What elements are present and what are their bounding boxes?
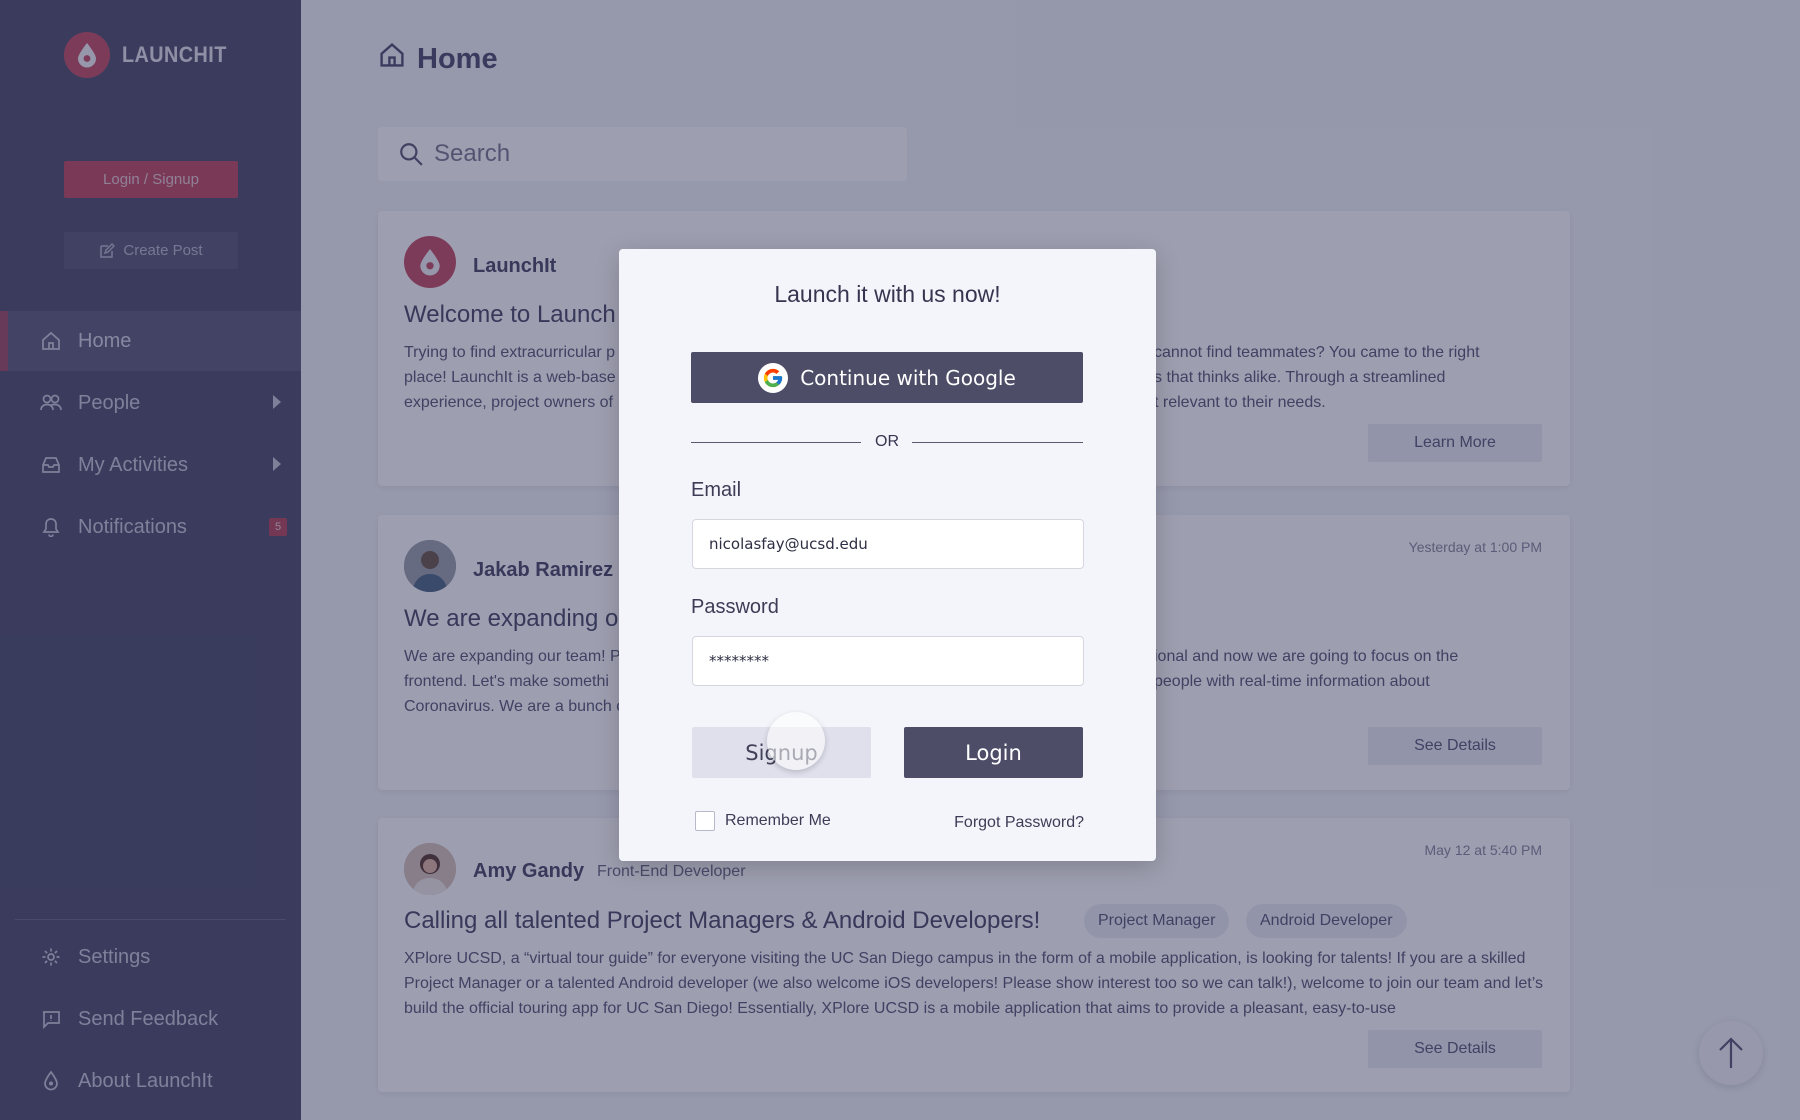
email-field[interactable] [692,519,1084,569]
password-label: Password [691,596,779,618]
modal-title: Launch it with us now! [774,281,1001,307]
email-label: Email [691,479,742,501]
google-icon [758,362,789,393]
google-button-label: Continue with Google [800,365,1016,390]
remember-me-label: Remember Me [725,812,831,829]
or-divider-text: OR [875,433,899,450]
divider-line-left [691,442,861,443]
divider-line-right [912,442,1083,443]
forgot-password-link[interactable]: Forgot Password? [954,814,1084,832]
continue-with-google-button[interactable]: Continue with Google [691,352,1083,403]
login-modal: Launch it with us now! Continue with Goo… [619,249,1156,861]
login-button[interactable]: Login [904,727,1083,778]
remember-me-checkbox[interactable] [695,811,715,831]
or-divider: OR [691,432,1083,452]
password-field[interactable] [692,636,1084,686]
signup-button[interactable]: Signup [692,727,871,778]
remember-me-option[interactable]: Remember Me [695,811,831,831]
